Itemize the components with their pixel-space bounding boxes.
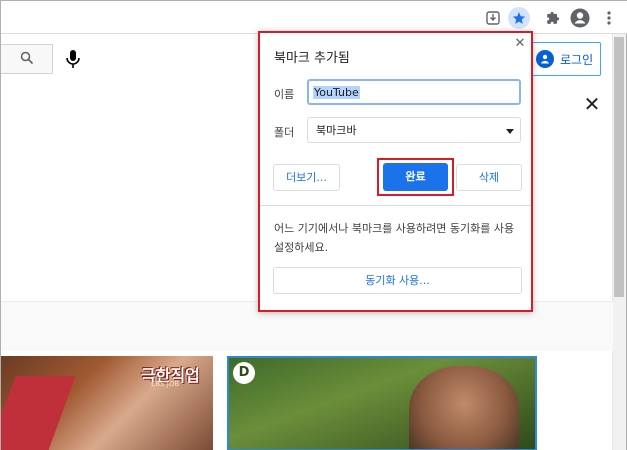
close-icon[interactable]: ✕: [581, 93, 603, 115]
thumbnail-subtitle: EBS JOB: [151, 380, 180, 388]
folder-value: 북마크바: [316, 124, 357, 137]
star-icon[interactable]: [508, 7, 530, 29]
video-thumbnail[interactable]: D: [227, 356, 537, 450]
dialog-divider: [260, 205, 531, 206]
done-button[interactable]: 완료: [383, 163, 448, 191]
folder-select[interactable]: 북마크바: [307, 117, 521, 143]
more-button[interactable]: 더보기...: [273, 164, 340, 191]
bookmark-name-value: YouTube: [313, 85, 360, 99]
extensions-icon[interactable]: [542, 7, 564, 29]
bookmark-name-field[interactable]: YouTube: [307, 79, 521, 105]
folder-label: 폴더: [274, 126, 295, 139]
close-icon[interactable]: ✕: [513, 37, 527, 51]
mic-icon[interactable]: [63, 47, 83, 71]
bookmark-dialog: 북마크 추가됨 ✕ 이름 YouTube 폴더 북마크바 더보기... 완료 삭…: [258, 31, 533, 312]
thumbnail-person: [409, 366, 519, 449]
delete-button[interactable]: 삭제: [456, 164, 522, 191]
search-icon: [20, 51, 34, 68]
browser-toolbar: [1, 1, 627, 34]
dialog-title: 북마크 추가됨: [274, 51, 350, 66]
login-button[interactable]: 로그인: [529, 42, 601, 76]
done-button-highlight: 완료: [377, 158, 454, 196]
caret-down-icon: [506, 124, 514, 137]
login-label: 로그인: [560, 52, 594, 67]
name-label: 이름: [274, 88, 295, 101]
scrollbar-thumb[interactable]: [614, 37, 624, 297]
sync-message: 어느 기기에서나 북마크를 사용하려면 동기화를 사용 설정하세요.: [274, 222, 515, 254]
enable-sync-button[interactable]: 동기화 사용...: [273, 267, 522, 294]
user-icon: [536, 50, 554, 68]
search-button[interactable]: [1, 44, 53, 74]
video-thumbnail[interactable]: 극한직업 EBS JOB: [1, 356, 213, 450]
profile-icon[interactable]: [569, 7, 591, 29]
download-icon[interactable]: [482, 7, 504, 29]
thumbnail-graphic: [1, 376, 76, 450]
menu-icon[interactable]: [598, 7, 620, 29]
channel-logo: D: [233, 362, 255, 384]
